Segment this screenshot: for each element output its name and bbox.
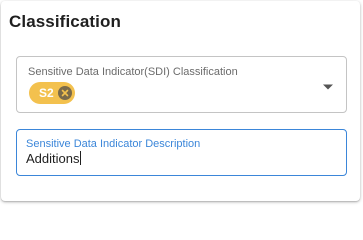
sdi-description-label: Sensitive Data Indicator Description xyxy=(26,138,201,150)
sdi-classification-select[interactable]: Sensitive Data Indicator(SDI) Classifica… xyxy=(16,56,347,113)
sdi-description-input[interactable]: Additions xyxy=(26,151,82,167)
chip-label: S2 xyxy=(39,86,54,100)
classification-card: Classification Sensitive Data Indicator(… xyxy=(1,1,360,201)
sdi-description-field[interactable]: Sensitive Data Indicator Description Add… xyxy=(16,129,347,176)
text-caret xyxy=(80,151,82,165)
chevron-down-icon[interactable] xyxy=(323,78,333,90)
sdi-chip-s2[interactable]: S2 xyxy=(29,82,75,104)
sdi-classification-label: Sensitive Data Indicator(SDI) Classifica… xyxy=(28,66,238,78)
section-title: Classification xyxy=(9,12,121,31)
sdi-description-value: Additions xyxy=(26,151,80,166)
chip-delete-icon[interactable] xyxy=(58,86,72,100)
